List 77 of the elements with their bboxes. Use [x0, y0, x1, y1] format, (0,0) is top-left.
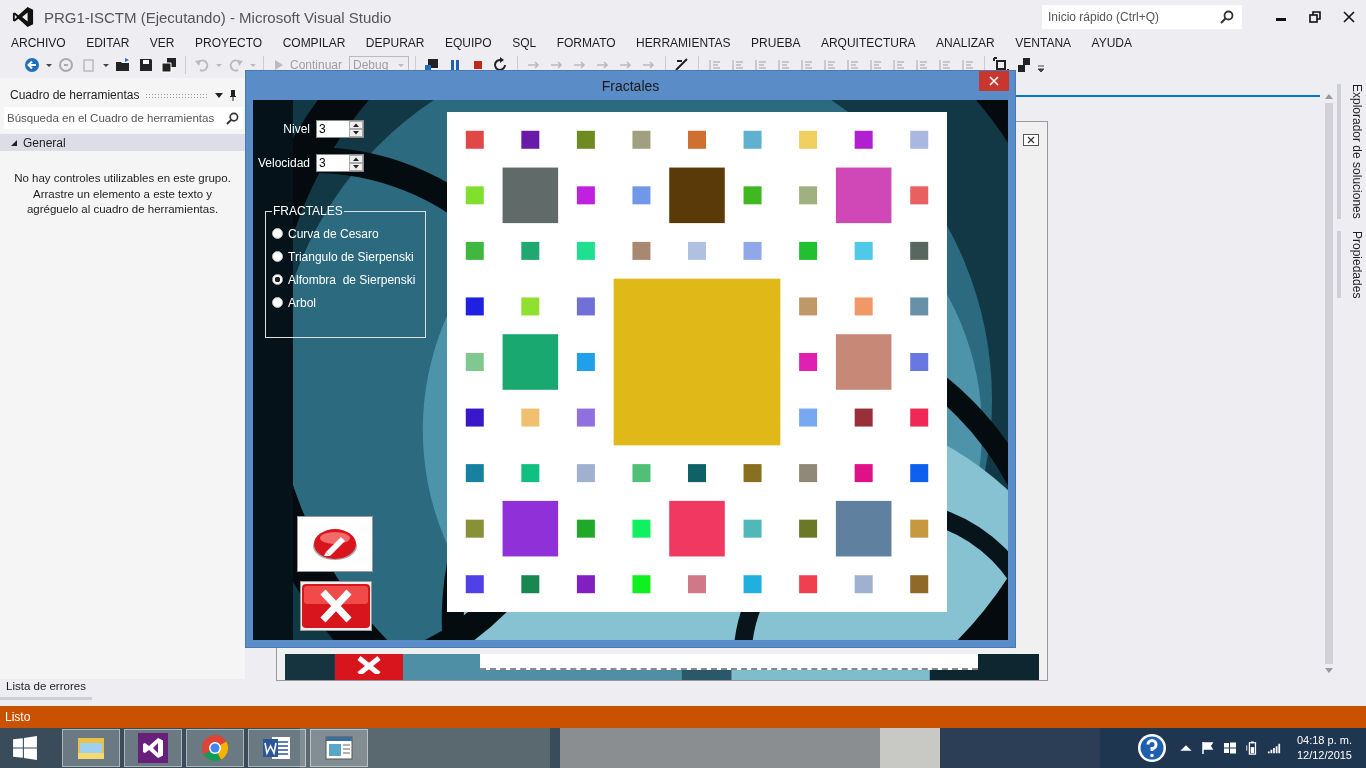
menu-item[interactable]: VENTANA: [1015, 36, 1072, 50]
menu-item[interactable]: ARCHIVO: [11, 36, 66, 50]
exit-button[interactable]: [300, 581, 372, 631]
menu-item[interactable]: SQL: [512, 36, 537, 50]
taskbar-app[interactable]: [248, 729, 306, 767]
field-label: Nivel: [282, 122, 310, 136]
signal-icon[interactable]: [1266, 741, 1281, 755]
back-icon[interactable]: [24, 57, 40, 73]
empty-group-message: No hay controles utilizables en este grupo. Arrastre un elemento a este texto y agréguelo al cuadro de herramientas.: [13, 171, 232, 217]
menu-item[interactable]: COMPILAR: [282, 36, 346, 50]
close-icon: [989, 76, 999, 86]
time-text: 04:18 p. m.: [1296, 733, 1352, 748]
visual-studio-logo-icon: [12, 6, 34, 28]
menu-item[interactable]: FORMATO: [556, 36, 616, 50]
window-icon: [324, 735, 354, 761]
scrollbar[interactable]: [1324, 103, 1333, 664]
side-tab[interactable]: Explorador de soluciones: [1337, 84, 1366, 219]
taskbar-app[interactable]: [310, 729, 368, 767]
menu-item[interactable]: VER: [149, 36, 175, 50]
restore-icon[interactable]: [1309, 11, 1321, 23]
menu-item[interactable]: DEPURAR: [365, 36, 425, 50]
number-spinner[interactable]: 3: [316, 154, 364, 172]
search-icon: [1220, 10, 1234, 24]
visual-studio-icon: [138, 733, 168, 763]
window-title: PRG1-ISCTM (Ejecutando) - Microsoft Visual Studio: [44, 8, 392, 26]
panel-title: Cuadro de herramientas: [10, 88, 140, 102]
send-to-back-icon[interactable]: [1016, 57, 1033, 73]
open-folder-icon[interactable]: [115, 57, 131, 73]
draw-button[interactable]: [297, 516, 373, 572]
field-label: Velocidad: [256, 156, 310, 170]
menu-item[interactable]: PRUEBA: [751, 36, 801, 50]
flag-icon[interactable]: [1200, 741, 1215, 755]
dialog-title: Fractales: [601, 77, 660, 94]
start-icon[interactable]: [12, 735, 38, 761]
group-header[interactable]: General: [0, 134, 245, 151]
battery-icon[interactable]: [1244, 741, 1259, 755]
spin-arrows-icon[interactable]: [349, 121, 363, 137]
menu-item[interactable]: EQUIPO: [445, 36, 492, 50]
taskbar-app[interactable]: [124, 729, 182, 767]
clock[interactable]: 04:18 p. m. 12/12/2015: [1296, 733, 1352, 763]
menu-item[interactable]: HERRAMIENTAS: [636, 36, 731, 50]
date-text: 12/12/2015: [1296, 748, 1352, 763]
radio-option[interactable]: Triangulo de Sierpenski: [272, 245, 419, 268]
windows-icon[interactable]: [1222, 741, 1237, 755]
browser-icon: [201, 734, 229, 762]
attach-process-icon[interactable]: [424, 57, 441, 73]
pencil-icon: [310, 526, 360, 562]
caret-icon[interactable]: [215, 91, 223, 99]
menu-item[interactable]: ARQUITECTURA: [820, 36, 916, 50]
toolbox-search-field[interactable]: Búsqueda en el Cuadro de herramientas: [4, 107, 243, 129]
status-text: Listo: [5, 710, 31, 724]
close-button[interactable]: [979, 71, 1009, 91]
menu-item[interactable]: AYUDA: [1091, 36, 1132, 50]
radio-option[interactable]: Arbol: [272, 291, 419, 314]
spin-arrows-icon[interactable]: [349, 155, 363, 171]
close-icon: [301, 583, 371, 629]
group-title: FRACTALES: [272, 204, 344, 218]
close-image-button[interactable]: [335, 654, 403, 680]
quick-launch-field[interactable]: Inicio rápido (Ctrl+Q): [1042, 5, 1242, 29]
folder-icon: [76, 735, 106, 761]
radio-option[interactable]: Curva de Cesaro: [272, 222, 419, 245]
close-icon[interactable]: [1343, 11, 1355, 23]
play-icon: [274, 59, 284, 71]
side-tab[interactable]: Propiedades: [1337, 230, 1366, 299]
pin-icon[interactable]: [229, 89, 237, 101]
panel-tab[interactable]: Lista de errores: [0, 680, 92, 700]
help-icon[interactable]: [1136, 733, 1167, 763]
number-spinner[interactable]: 3: [316, 120, 364, 138]
radio-option[interactable]: Alfombra de Sierpenski: [272, 268, 419, 291]
menu-item[interactable]: PROYECTO: [195, 36, 263, 50]
menu-item[interactable]: EDITAR: [86, 36, 130, 50]
close-icon[interactable]: [1023, 134, 1039, 146]
word-icon: [262, 734, 292, 762]
menu-item[interactable]: ANALIZAR: [936, 36, 995, 50]
save-icon[interactable]: [138, 57, 154, 73]
search-icon: [226, 111, 239, 125]
save-all-icon[interactable]: [161, 57, 177, 73]
